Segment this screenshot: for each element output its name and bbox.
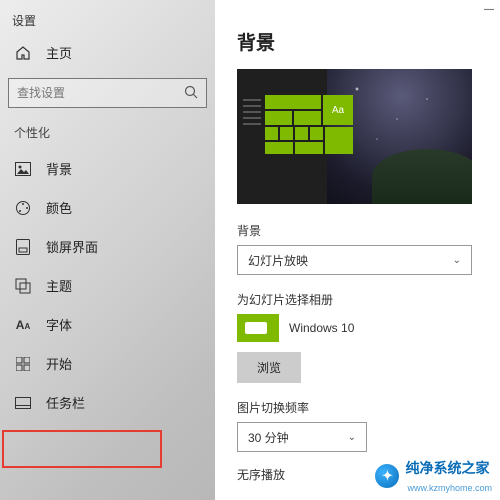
nav-label: 任务栏 [46,393,85,412]
preview-tile [265,127,278,140]
album-thumb-icon [237,314,279,342]
preview-menu-icon [243,99,261,129]
preview-tile [265,142,293,154]
minimize-button[interactable]: — [484,4,494,15]
nav-label: 开始 [46,354,72,373]
font-icon: AA [14,316,32,334]
preview-tile [280,127,293,140]
nav-label: 锁屏界面 [46,237,98,256]
window-controls: — [484,4,494,15]
sidebar-item-lockscreen[interactable]: 锁屏界面 [0,227,215,266]
select-value: 幻灯片放映 [248,252,308,269]
select-value: 30 分钟 [248,429,289,446]
sidebar-item-taskbar[interactable]: 任务栏 [0,383,215,422]
lockscreen-icon [14,238,32,256]
preview-tile-aa: Aa [323,95,353,125]
theme-icon [14,277,32,295]
background-preview: Aa [237,69,472,204]
home-nav[interactable]: 主页 [0,31,215,72]
album-name: Windows 10 [289,321,354,335]
chevron-down-icon: ⌄ [348,432,356,443]
nav-label: 主题 [46,276,72,295]
window-title: 设置 [0,8,215,31]
sidebar-item-themes[interactable]: 主题 [0,266,215,305]
search-box[interactable] [8,78,207,108]
background-label: 背景 [237,222,486,239]
nav-label: 颜色 [46,198,72,217]
sidebar-item-start[interactable]: 开始 [0,344,215,383]
palette-icon [14,199,32,217]
album-label: 为幻灯片选择相册 [237,291,486,308]
watermark: ✦ 纯净系统之家 www.kzmyhome.com [375,458,492,494]
frequency-select[interactable]: 30 分钟 ⌄ [237,422,367,452]
nav-label: 背景 [46,159,72,178]
content-pane: — 背景 Aa 背景 幻灯片放 [215,0,500,500]
preview-tile [295,127,308,140]
nav-label: 字体 [46,315,72,334]
preview-hill [372,149,472,204]
section-label: 个性化 [0,120,215,149]
search-icon [184,85,198,99]
sidebar-item-fonts[interactable]: AA 字体 [0,305,215,344]
sidebar-item-colors[interactable]: 颜色 [0,188,215,227]
preview-tile [265,95,321,109]
start-icon [14,355,32,373]
settings-window: 设置 主页 个性化 背景 颜色 锁屏界面 主题 [0,0,500,500]
image-icon [14,160,32,178]
background-select[interactable]: 幻灯片放映 ⌄ [237,245,472,275]
browse-button[interactable]: 浏览 [237,352,301,383]
chevron-down-icon: ⌄ [453,255,461,266]
search-input[interactable] [17,86,198,100]
frequency-label: 图片切换频率 [237,399,486,416]
home-icon [14,44,32,62]
page-title: 背景 [237,28,486,55]
preview-tile [294,111,321,125]
preview-tile [265,111,292,125]
watermark-logo-icon: ✦ [375,464,399,488]
preview-tile [325,127,353,154]
watermark-url: www.kzmyhome.com [407,483,492,493]
watermark-text: 纯净系统之家 [405,460,489,476]
taskbar-icon [14,394,32,412]
sidebar: 设置 主页 个性化 背景 颜色 锁屏界面 主题 [0,0,215,500]
album-row[interactable]: Windows 10 [237,314,486,342]
home-label: 主页 [46,43,72,62]
preview-tile [295,142,323,154]
preview-tile [310,127,323,140]
highlight-annotation [2,430,162,468]
sidebar-item-background[interactable]: 背景 [0,149,215,188]
